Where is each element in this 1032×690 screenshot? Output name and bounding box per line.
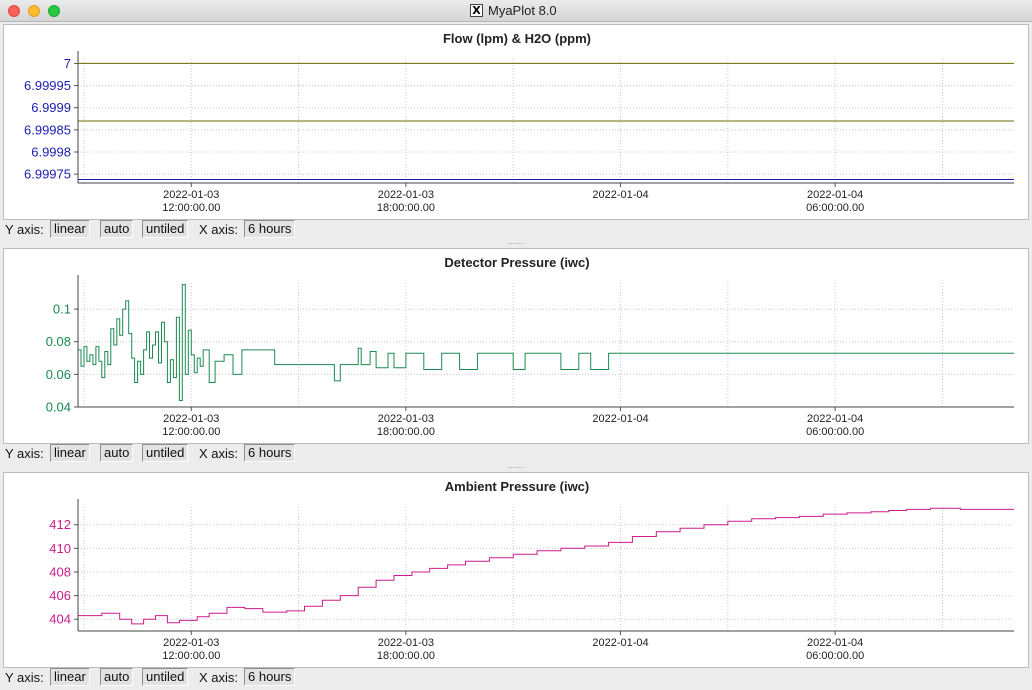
y-tick-label: 6.99975	[24, 167, 71, 182]
tiling-selector[interactable]: untiled	[142, 444, 189, 462]
x-tick-label: 12:00:00.00	[162, 202, 220, 214]
detector-pressure-controls: Y axis: linear auto untiled X axis: 6 ho…	[0, 442, 1032, 464]
y-scale-selector[interactable]: linear	[50, 668, 90, 686]
y-range-selector[interactable]: auto	[100, 220, 134, 238]
ambient-pressure-chart[interactable]: Ambient Pressure (iwc) 412 410 408 406 404 202…	[3, 472, 1029, 668]
x-axis-label: X axis:	[199, 670, 239, 685]
detector-pressure-chart[interactable]: Detector Pressure (iwc) 0.1 0.08 0.06 0.04 20…	[3, 248, 1029, 444]
y-tick-label: 7	[64, 56, 71, 71]
y-tick-label: 0.06	[46, 367, 71, 382]
y-scale-selector[interactable]: linear	[50, 444, 90, 462]
x-tick-label: 12:00:00.00	[162, 650, 220, 662]
y-range-selector[interactable]: auto	[100, 668, 134, 686]
y-tick-label: 410	[49, 541, 71, 556]
ambient-pressure-controls: Y axis: linear auto untiled X axis: 6 ho…	[0, 666, 1032, 688]
x-span-selector[interactable]: 6 hours	[244, 668, 296, 686]
y-axis-label: Y axis:	[5, 670, 44, 685]
y-tick-label: 0.08	[46, 334, 71, 349]
x-tick-label: 2022-01-04	[592, 413, 648, 425]
y-axis-label: Y axis:	[5, 222, 44, 237]
y-scale-selector[interactable]: linear	[50, 220, 90, 238]
splitter-grip[interactable]	[508, 243, 524, 246]
x-tick-label: 06:00:00.00	[806, 426, 864, 438]
x-tick-label: 2022-01-03	[378, 189, 434, 201]
x-tick-label: 2022-01-04	[807, 413, 863, 425]
x-tick-label: 2022-01-04	[807, 637, 863, 649]
y-tick-label: 0.04	[46, 400, 71, 415]
flow-h2o-chart[interactable]: Flow (lpm) & H2O (ppm) 7 6.99995 6.9999 6.99…	[3, 24, 1029, 220]
tiling-selector[interactable]: untiled	[142, 668, 189, 686]
y-tick-label: 6.99985	[24, 122, 71, 137]
window-titlebar: X MyaPlot 8.0	[0, 0, 1032, 22]
x-tick-label: 2022-01-03	[163, 637, 219, 649]
y-tick-label: 408	[49, 564, 71, 579]
x-tick-label: 2022-01-03	[378, 637, 434, 649]
x-tick-label: 18:00:00.00	[377, 650, 435, 662]
zoom-window-icon[interactable]	[48, 5, 60, 17]
x-tick-label: 2022-01-03	[163, 413, 219, 425]
x-tick-label: 06:00:00.00	[806, 202, 864, 214]
x-tick-label: 2022-01-04	[807, 189, 863, 201]
x-tick-label: 18:00:00.00	[377, 202, 435, 214]
x-tick-label: 2022-01-04	[592, 637, 648, 649]
chart-title: Detector Pressure (iwc)	[444, 255, 589, 270]
x-tick-label: 06:00:00.00	[806, 650, 864, 662]
y-tick-label: 404	[49, 612, 71, 627]
y-tick-label: 6.99995	[24, 78, 71, 93]
y-tick-label: 6.9999	[31, 100, 71, 115]
x-span-selector[interactable]: 6 hours	[244, 444, 296, 462]
minimize-window-icon[interactable]	[28, 5, 40, 17]
flow-h2o-controls: Y axis: linear auto untiled X axis: 6 ho…	[0, 218, 1032, 240]
tiling-selector[interactable]: untiled	[142, 220, 189, 238]
x-span-selector[interactable]: 6 hours	[244, 220, 296, 238]
splitter-grip[interactable]	[508, 467, 524, 470]
x-axis-label: X axis:	[199, 222, 239, 237]
x-axis-label: X axis:	[199, 446, 239, 461]
y-range-selector[interactable]: auto	[100, 444, 134, 462]
y-tick-label: 0.1	[53, 302, 71, 317]
x-tick-label: 2022-01-03	[163, 189, 219, 201]
x-tick-label: 2022-01-03	[378, 413, 434, 425]
y-tick-label: 6.9998	[31, 145, 71, 160]
y-tick-label: 412	[49, 517, 71, 532]
y-tick-label: 406	[49, 588, 71, 603]
close-window-icon[interactable]	[8, 5, 20, 17]
window-title: MyaPlot 8.0	[488, 3, 557, 18]
y-axis-label: Y axis:	[5, 446, 44, 461]
chart-title: Ambient Pressure (iwc)	[445, 479, 590, 494]
series-line	[78, 284, 1014, 401]
x-tick-label: 12:00:00.00	[162, 426, 220, 438]
x11-icon: X	[470, 4, 483, 17]
chart-title: Flow (lpm) & H2O (ppm)	[443, 31, 591, 46]
x-tick-label: 2022-01-04	[592, 189, 648, 201]
series-line	[78, 507, 1014, 625]
x-tick-label: 18:00:00.00	[377, 426, 435, 438]
